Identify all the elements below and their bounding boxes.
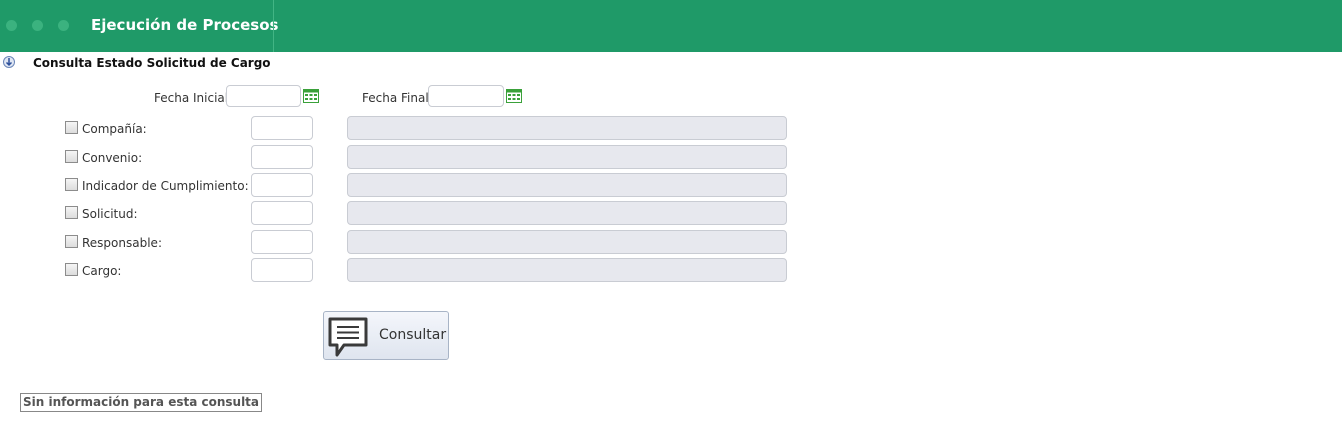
compania-code-input[interactable] xyxy=(251,116,313,140)
compania-description-field xyxy=(347,116,787,140)
responsable-checkbox[interactable] xyxy=(65,235,78,248)
cargo-description-field xyxy=(347,258,787,282)
solicitud-label: Solicitud: xyxy=(82,207,138,221)
convenio-label: Convenio: xyxy=(82,151,143,165)
convenio-code-input[interactable] xyxy=(251,145,313,169)
calendar-icon[interactable] xyxy=(506,89,522,103)
convenio-checkbox[interactable] xyxy=(65,150,78,163)
compania-checkbox[interactable] xyxy=(65,121,78,134)
app-header: Ejecución de Procesos xyxy=(0,0,1342,52)
responsable-code-input[interactable] xyxy=(251,230,313,254)
fecha-inicial-label: Fecha Inicial: xyxy=(154,91,233,105)
window-dot-icon xyxy=(6,20,17,31)
indicador-cumplimiento-checkbox[interactable] xyxy=(65,178,78,191)
fecha-final-label: Fecha Final: xyxy=(362,91,433,105)
cargo-label: Cargo: xyxy=(82,264,122,278)
calendar-icon[interactable] xyxy=(303,89,319,103)
indicador-cumplimiento-code-input[interactable] xyxy=(251,173,313,197)
speech-bubble-icon xyxy=(328,317,368,357)
fecha-final-input[interactable] xyxy=(428,85,504,107)
result-message: Sin información para esta consulta xyxy=(20,393,263,412)
cargo-checkbox[interactable] xyxy=(65,263,78,276)
window-dot-icon xyxy=(32,20,43,31)
responsable-description-field xyxy=(347,230,787,254)
solicitud-checkbox[interactable] xyxy=(65,206,78,219)
cargo-code-input[interactable] xyxy=(251,258,313,282)
compania-label: Compañía: xyxy=(82,122,147,136)
fecha-inicial-input[interactable] xyxy=(226,85,301,107)
indicador-cumplimiento-description-field xyxy=(347,173,787,197)
consultar-label: Consultar xyxy=(379,327,447,343)
responsable-label: Responsable: xyxy=(82,236,162,250)
section-title: Consulta Estado Solicitud de Cargo xyxy=(33,56,271,70)
solicitud-code-input[interactable] xyxy=(251,201,313,225)
convenio-description-field xyxy=(347,145,787,169)
app-title: Ejecución de Procesos xyxy=(91,16,279,34)
header-divider xyxy=(273,0,274,52)
consultar-button[interactable]: Consultar xyxy=(323,311,449,360)
solicitud-description-field xyxy=(347,201,787,225)
indicador-cumplimiento-label: Indicador de Cumplimiento: xyxy=(82,179,249,193)
collapse-arrow-icon[interactable] xyxy=(3,56,15,68)
window-dot-icon xyxy=(58,20,69,31)
